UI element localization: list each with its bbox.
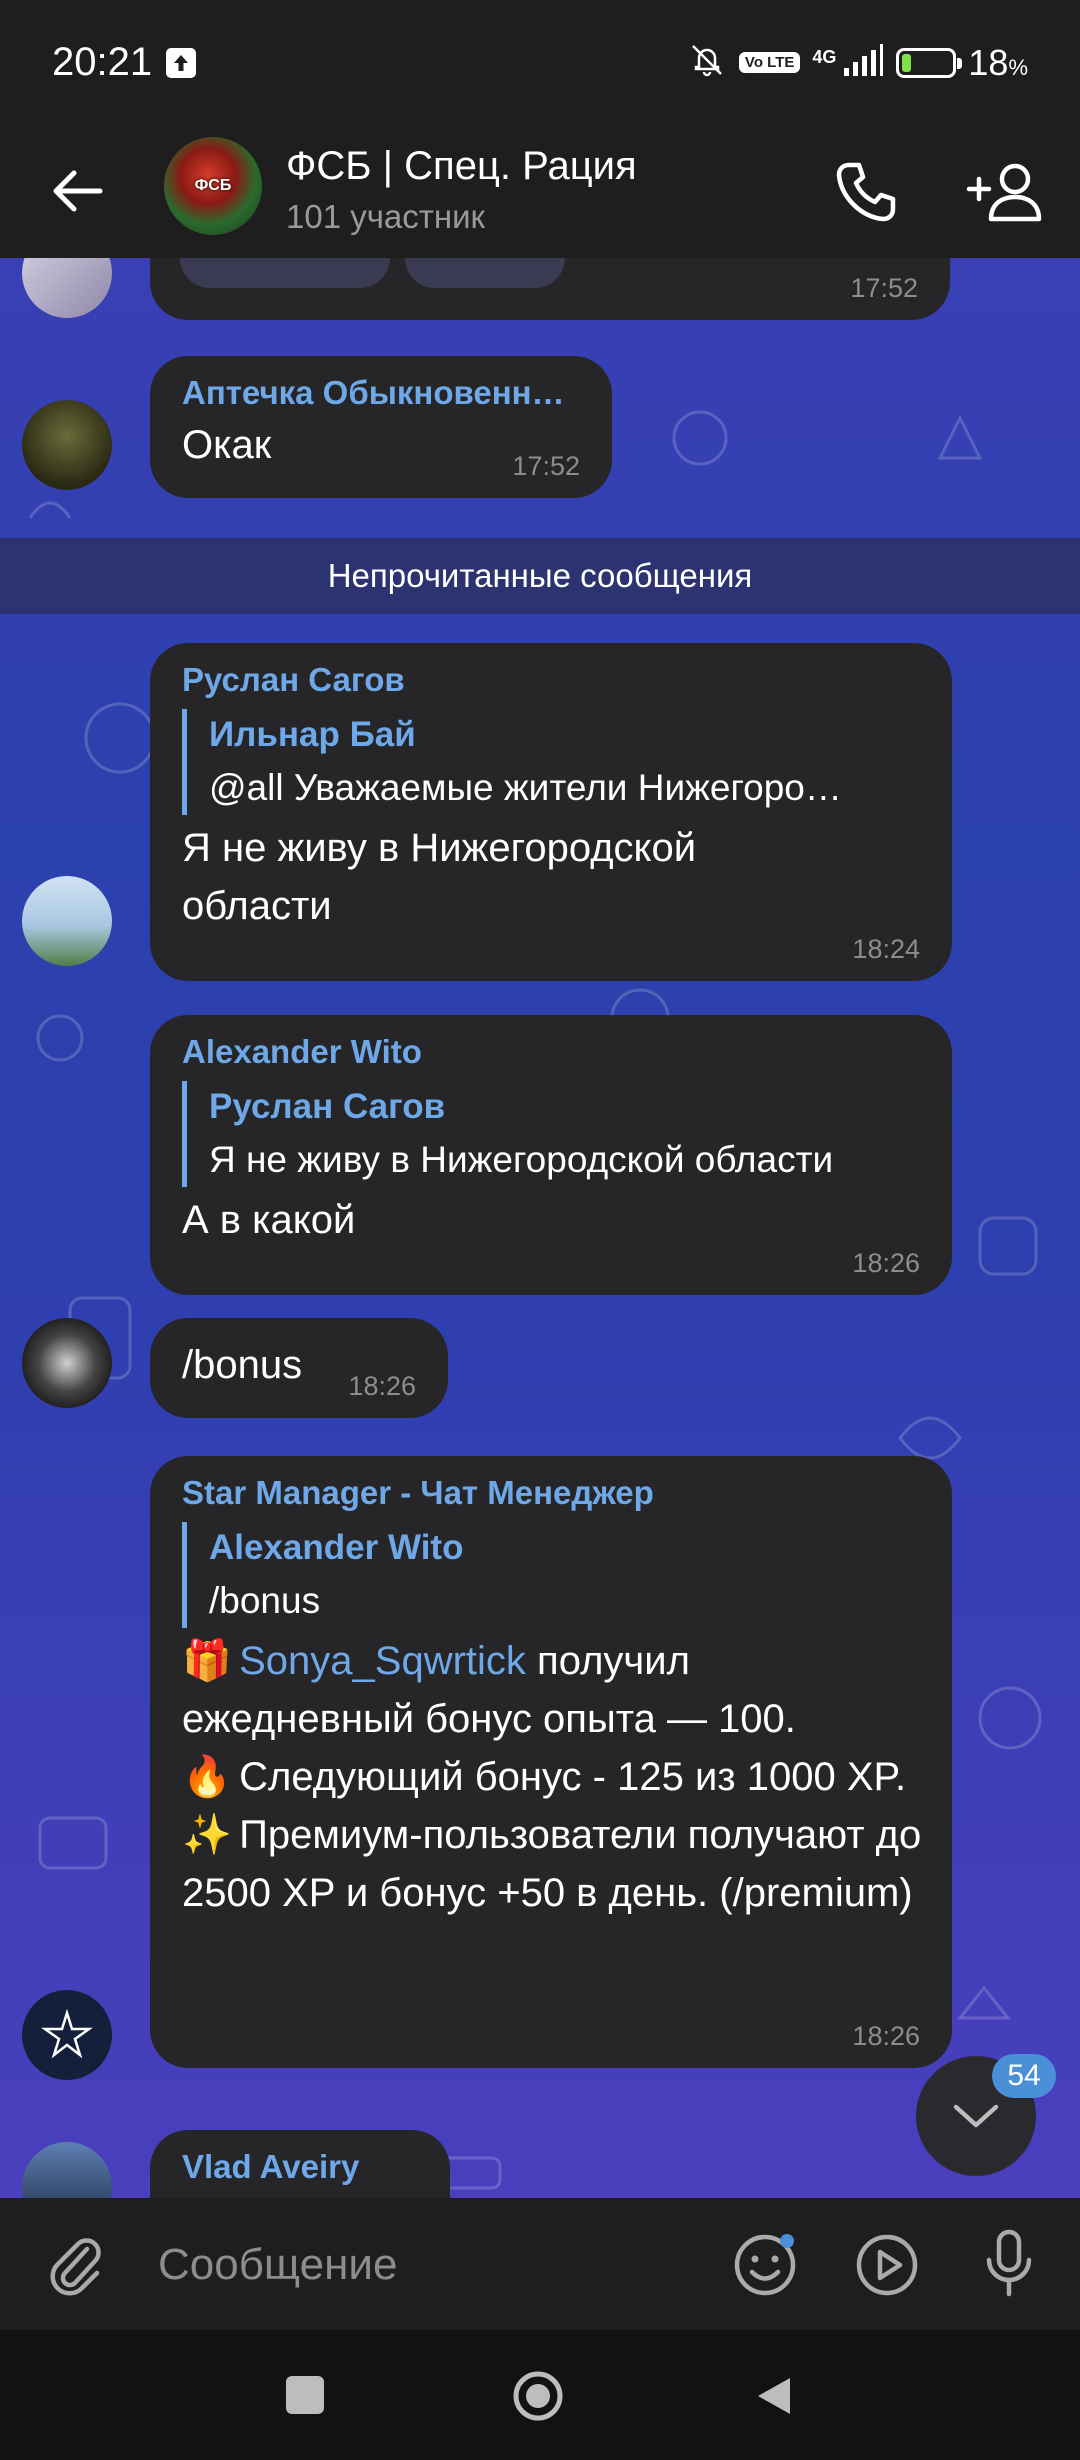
message-sender[interactable]: Руслан Сагов — [182, 661, 920, 699]
gift-icon: 🎁 — [182, 1639, 232, 1683]
status-icons: Vo LTE 4G 18% — [687, 40, 1028, 85]
avatar[interactable] — [22, 400, 112, 490]
message-sender[interactable]: Alexander Wito — [182, 1033, 920, 1071]
avatar[interactable] — [22, 1318, 112, 1408]
message-bubble[interactable]: Star Manager - Чат Менеджер Alexander Wi… — [150, 1456, 952, 2068]
battery-level — [902, 53, 912, 72]
unread-messages-divider: Непрочитанные сообщения — [0, 538, 1080, 614]
reply-quote[interactable]: Ильнар Бай @all Уважаемые жители Нижегор… — [182, 709, 920, 815]
unread-count-badge: 54 — [992, 2054, 1056, 2098]
paperclip-icon — [50, 2238, 101, 2296]
triangle-back-icon — [758, 2378, 790, 2414]
telegram-chat-screen: 20:21 Vo LTE 4G 18% ФСБ ФСБ | Спец. Раци… — [0, 0, 1080, 2460]
message-text: Я не живу в Нижегородской области — [182, 826, 697, 928]
message-time: 18:26 — [852, 1248, 920, 1278]
battery-percent: 18% — [968, 41, 1028, 83]
message-line: Следующий бонус - 125 из 1000 XP. — [228, 1755, 907, 1799]
group-title[interactable]: ФСБ | Спец. Рация — [286, 144, 637, 189]
system-back-button[interactable] — [754, 2374, 794, 2418]
recent-apps-button[interactable] — [286, 2376, 324, 2414]
reply-name: Alexander Wito — [209, 1528, 464, 1567]
system-nav-bar — [0, 2330, 1080, 2460]
message-line: Премиум-пользователи получают до 2500 XP… — [182, 1813, 922, 1915]
reply-name: Руслан Сагов — [209, 1087, 446, 1126]
network-type: 4G — [812, 47, 837, 67]
message-bubble[interactable]: /bonus 18:26 — [150, 1318, 448, 1418]
call-button[interactable] — [826, 152, 906, 232]
message-bubble[interactable]: Аптечка Обыкновенн… Окак 17:52 — [150, 356, 612, 498]
reply-text: Я не живу в Нижегородской области — [209, 1139, 834, 1180]
message-input[interactable] — [156, 2228, 680, 2302]
message-text: 🎁 Sonya_Sqwrtick получил ежедневный бону… — [182, 1632, 922, 1922]
sparkles-icon: ✨ — [182, 1813, 232, 1857]
mute-bell-icon — [687, 40, 727, 85]
reaction-chip[interactable] — [405, 258, 565, 288]
message-text: А в какой — [182, 1198, 356, 1242]
message-bubble[interactable]: Alexander Wito Руслан Сагов Я не живу в … — [150, 1015, 952, 1295]
home-button[interactable] — [512, 2370, 564, 2422]
message-time: 17:52 — [850, 273, 918, 303]
message-bubble[interactable]: Руслан Сагов Ильнар Бай @all Уважаемые ж… — [150, 643, 952, 981]
chat-area[interactable]: 17:52 Аптечка Обыкновенн… Окак 17:52 Неп… — [0, 258, 1080, 2198]
status-bar: 20:21 Vo LTE 4G 18% — [0, 0, 1080, 128]
play-circle-icon — [856, 2234, 918, 2296]
message-sender[interactable]: Star Manager - Чат Менеджер — [182, 1474, 920, 1512]
phone-icon — [836, 162, 896, 222]
group-member-count: 101 участник — [286, 198, 485, 235]
unread-label: Непрочитанные сообщения — [327, 557, 753, 594]
reply-name: Ильнар Бай — [209, 715, 416, 754]
new-sticker-dot — [780, 2234, 794, 2248]
message-bubble-partial[interactable]: 17:52 — [150, 258, 950, 320]
back-button[interactable] — [48, 161, 108, 221]
attach-button[interactable] — [44, 2232, 110, 2298]
star-icon — [41, 2008, 93, 2059]
message-time: 18:26 — [348, 1371, 416, 1401]
message-input-bar — [0, 2198, 1080, 2330]
reaction-chip[interactable] — [180, 258, 390, 288]
chevron-down-icon — [953, 2104, 999, 2128]
message-time: 18:26 — [852, 2021, 920, 2051]
avatar[interactable] — [22, 876, 112, 966]
arrow-left-icon — [53, 170, 103, 212]
avatar[interactable] — [22, 1990, 112, 2080]
upload-icon — [166, 48, 196, 78]
reply-quote[interactable]: Руслан Сагов Я не живу в Нижегородской о… — [182, 1081, 920, 1187]
video-message-button[interactable] — [852, 2230, 922, 2300]
message-sender[interactable]: Аптечка Обыкновенн… — [182, 374, 580, 412]
message-time: 17:52 — [512, 451, 580, 481]
home-circle-icon — [513, 2371, 563, 2421]
add-member-button[interactable] — [962, 152, 1048, 232]
fire-icon: 🔥 — [182, 1755, 232, 1799]
group-avatar[interactable]: ФСБ — [164, 137, 262, 235]
message-bubble-partial[interactable]: Vlad Aveiry — [150, 2130, 450, 2198]
reply-text: @all Уважаемые жители Нижегоро… — [209, 767, 842, 808]
battery-icon — [896, 47, 963, 78]
chat-header: ФСБ ФСБ | Спец. Рация 101 участник — [0, 128, 1080, 258]
message-time: 18:24 — [852, 934, 920, 964]
add-user-icon — [966, 163, 1042, 222]
reply-quote[interactable]: Alexander Wito /bonus — [182, 1522, 920, 1628]
message-sender[interactable]: Vlad Aveiry — [182, 2148, 418, 2186]
microphone-icon — [986, 2229, 1032, 2297]
status-time: 20:21 — [52, 40, 153, 84]
reply-text: /bonus — [209, 1580, 321, 1621]
volte-badge: Vo LTE — [738, 52, 801, 73]
user-mention[interactable]: Sonya_Sqwrtick — [239, 1639, 526, 1683]
signal-icon — [842, 42, 884, 83]
voice-message-button[interactable] — [974, 2226, 1044, 2302]
